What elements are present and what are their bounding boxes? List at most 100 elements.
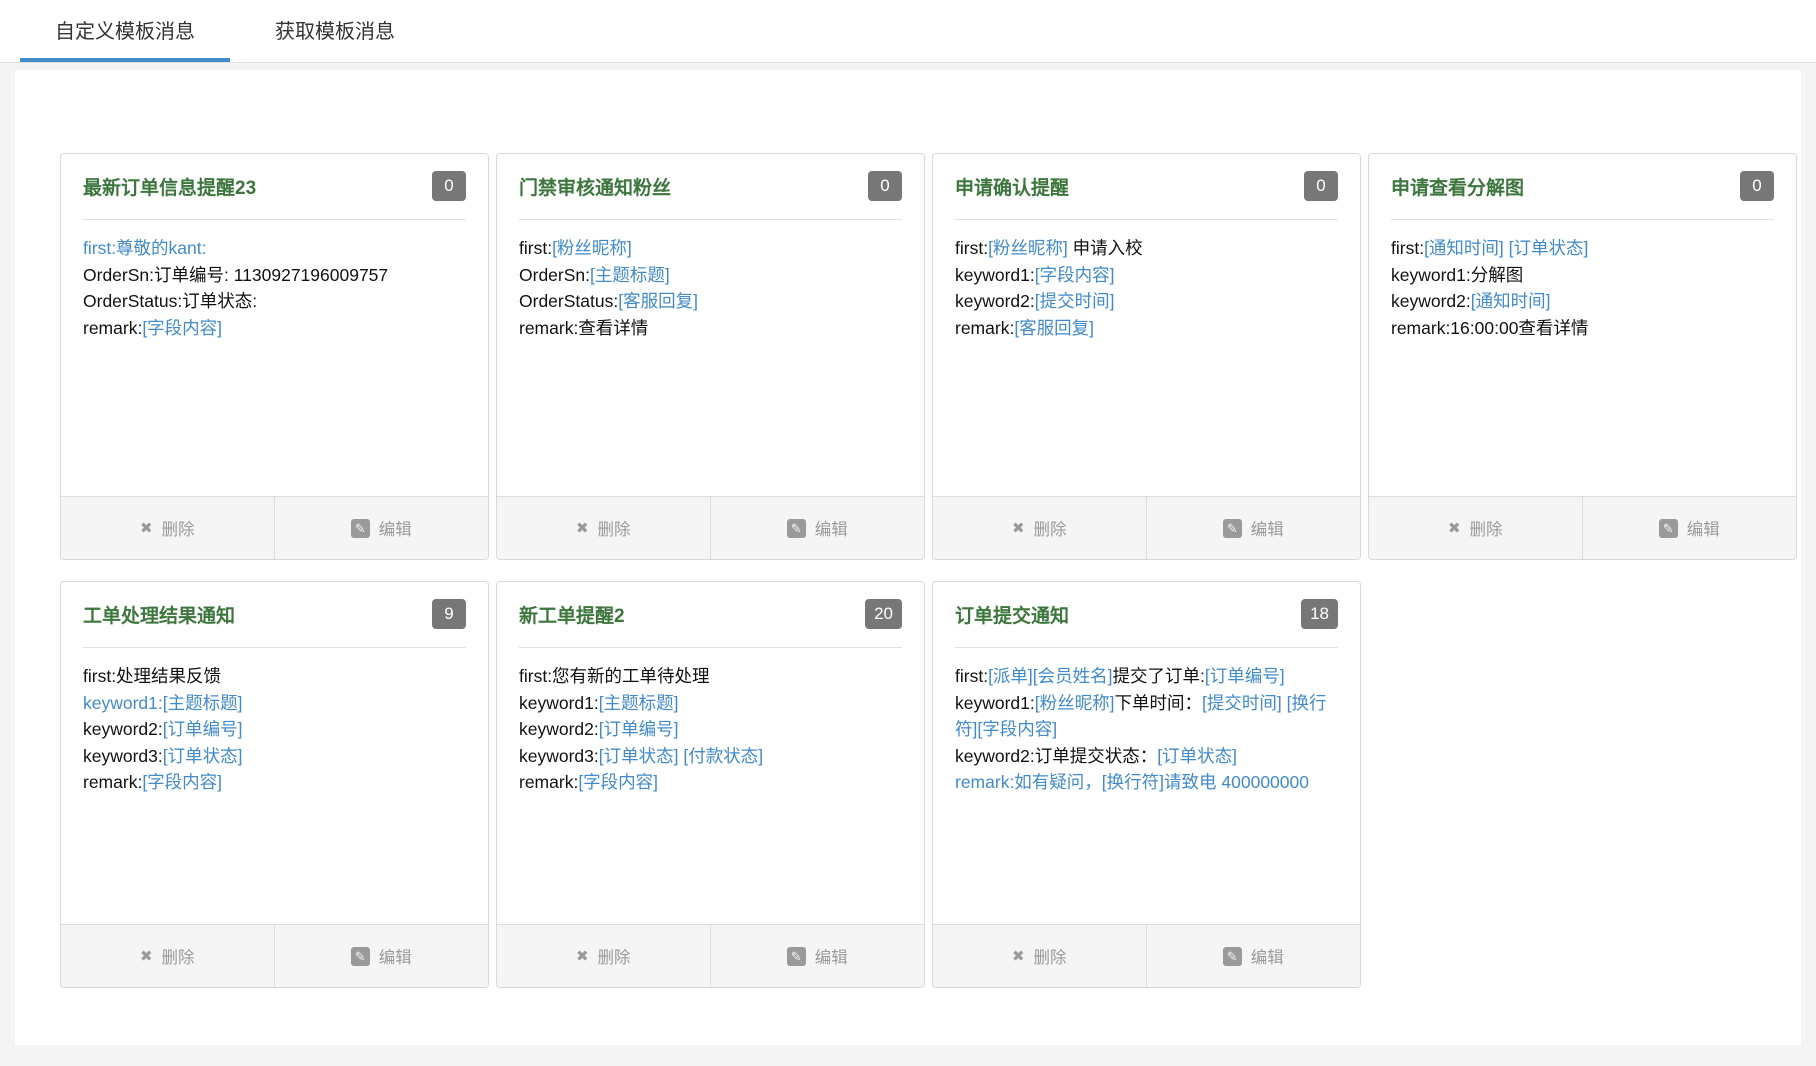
plain-text: keyword1:: [955, 693, 1035, 713]
edit-button[interactable]: ✎ 编辑: [1147, 497, 1361, 559]
delete-button-label: 删除: [1034, 516, 1067, 540]
body-line: keyword3:[订单状态] [付款状态]: [519, 743, 902, 770]
plain-text: remark:: [83, 318, 142, 338]
card-body: first:尊敬的kant: OrderSn:订单编号: 113092719600…: [61, 220, 488, 498]
body-line: keyword1:[主题标题]: [83, 690, 466, 717]
plain-text: keyword2:订单提交状态：: [955, 746, 1157, 766]
edit-button-label: 编辑: [815, 944, 848, 968]
x-icon: ✖: [140, 947, 153, 965]
placeholder-token: [订单编号]: [163, 719, 243, 739]
edit-button[interactable]: ✎ 编辑: [711, 925, 925, 987]
delete-button-label: 删除: [598, 516, 631, 540]
placeholder-token: [字段内容]: [977, 719, 1057, 739]
content-panel: 最新订单信息提醒23 0 first:尊敬的kant:OrderSn:订单编号:…: [15, 70, 1801, 1045]
placeholder-token: [提交时间]: [1035, 291, 1115, 311]
tab-fetch-template-messages[interactable]: 获取模板消息: [230, 0, 440, 62]
plain-text: 申请入校: [1068, 238, 1143, 258]
delete-button-label: 删除: [162, 516, 195, 540]
edit-button-label: 编辑: [815, 516, 848, 540]
count-badge: 0: [868, 171, 902, 201]
placeholder-token: [客服回复]: [1014, 318, 1094, 338]
body-line: remark:如有疑问，[换行符]请致电 400000000: [955, 769, 1338, 796]
count-badge: 0: [1740, 171, 1774, 201]
body-line: remark:[字段内容]: [83, 769, 466, 796]
plain-text: 下单时间：: [1115, 693, 1203, 713]
plain-text: remark:: [83, 772, 142, 792]
count-badge: 9: [432, 599, 466, 629]
plain-text: keyword2:: [1391, 291, 1471, 311]
card-footer: ✖ 删除 ✎ 编辑: [1369, 496, 1796, 559]
plain-text: keyword2:: [83, 719, 163, 739]
card-header: 申请查看分解图 0: [1391, 154, 1774, 220]
card-footer: ✖ 删除 ✎ 编辑: [933, 924, 1360, 987]
card-footer: ✖ 删除 ✎ 编辑: [933, 496, 1360, 559]
plain-text: first:: [955, 238, 988, 258]
placeholder-token: [提交时间]: [1202, 693, 1282, 713]
card-footer: ✖ 删除 ✎ 编辑: [497, 924, 924, 987]
plain-text: OrderSn:: [519, 265, 590, 285]
body-line: OrderSn:订单编号: 1130927196009757: [83, 262, 466, 289]
plain-text: keyword3:: [519, 746, 599, 766]
x-icon: ✖: [140, 519, 153, 537]
placeholder-token: [订单编号]: [1205, 666, 1285, 686]
placeholder-token: [粉丝昵称]: [988, 238, 1068, 258]
placeholder-token: [主题标题]: [590, 265, 670, 285]
placeholder-token: [主题标题]: [599, 693, 679, 713]
pencil-square-icon: ✎: [351, 947, 370, 966]
plain-text: first:: [1391, 238, 1424, 258]
delete-button-label: 删除: [1470, 516, 1503, 540]
card-title: 申请查看分解图: [1391, 178, 1524, 199]
body-line: first:[粉丝昵称] 申请入校: [955, 235, 1338, 262]
edit-button-label: 编辑: [1687, 516, 1720, 540]
plain-text: OrderStatus:: [519, 291, 618, 311]
template-card: 最新订单信息提醒23 0 first:尊敬的kant:OrderSn:订单编号:…: [60, 153, 489, 560]
placeholder-token: [字段内容]: [1035, 265, 1115, 285]
card-body: first:[通知时间] [订单状态]keyword1:分解图keyword2:…: [1369, 220, 1796, 498]
page: 自定义模板消息 获取模板消息 最新订单信息提醒23 0 first:尊敬的kan…: [0, 0, 1816, 1045]
plain-text: remark:16:00:00查看详情: [1391, 318, 1588, 338]
body-line: keyword2:订单提交状态：[订单状态]: [955, 743, 1338, 770]
delete-button[interactable]: ✖ 删除: [61, 925, 275, 987]
template-card: 订单提交通知 18 first:[派单][会员姓名]提交了订单:[订单编号]ke…: [932, 581, 1361, 988]
placeholder-token: [字段内容]: [142, 318, 222, 338]
placeholder-token: first:尊敬的kant:: [83, 238, 207, 258]
delete-button[interactable]: ✖ 删除: [933, 497, 1147, 559]
plain-text: keyword1:: [955, 265, 1035, 285]
plain-text: keyword1:分解图: [1391, 265, 1523, 285]
template-card: 门禁审核通知粉丝 0 first:[粉丝昵称]OrderSn:[主题标题]Ord…: [496, 153, 925, 560]
edit-button[interactable]: ✎ 编辑: [1147, 925, 1361, 987]
edit-button-label: 编辑: [379, 516, 412, 540]
body-line: remark:[字段内容]: [83, 315, 466, 342]
x-icon: ✖: [576, 519, 589, 537]
body-line: remark:16:00:00查看详情: [1391, 315, 1774, 342]
placeholder-token: [会员姓名]: [1033, 666, 1113, 686]
placeholder-token: [字段内容]: [578, 772, 658, 792]
template-card: 申请确认提醒 0 first:[粉丝昵称] 申请入校keyword1:[字段内容…: [932, 153, 1361, 560]
x-icon: ✖: [1012, 947, 1025, 965]
delete-button[interactable]: ✖ 删除: [497, 925, 711, 987]
delete-button[interactable]: ✖ 删除: [933, 925, 1147, 987]
edit-button[interactable]: ✎ 编辑: [275, 497, 489, 559]
plain-text: keyword1:: [519, 693, 599, 713]
body-line: OrderSn:[主题标题]: [519, 262, 902, 289]
edit-button[interactable]: ✎ 编辑: [1583, 497, 1797, 559]
delete-button[interactable]: ✖ 删除: [61, 497, 275, 559]
card-body: first:[派单][会员姓名]提交了订单:[订单编号]keyword1:[粉丝…: [933, 648, 1360, 926]
pencil-square-icon: ✎: [1659, 519, 1678, 538]
placeholder-token: [粉丝昵称]: [1035, 693, 1115, 713]
tab-custom-template-messages[interactable]: 自定义模板消息: [20, 0, 230, 62]
delete-button[interactable]: ✖ 删除: [497, 497, 711, 559]
edit-button-label: 编辑: [1251, 516, 1284, 540]
count-badge: 20: [865, 599, 902, 629]
placeholder-token: [订单状态]: [599, 746, 679, 766]
edit-button[interactable]: ✎ 编辑: [711, 497, 925, 559]
x-icon: ✖: [576, 947, 589, 965]
plain-text: first:: [955, 666, 988, 686]
count-badge: 0: [432, 171, 466, 201]
delete-button[interactable]: ✖ 删除: [1369, 497, 1583, 559]
delete-button-label: 删除: [1034, 944, 1067, 968]
card-footer: ✖ 删除 ✎ 编辑: [61, 924, 488, 987]
body-line: keyword2:[订单编号]: [519, 716, 902, 743]
edit-button[interactable]: ✎ 编辑: [275, 925, 489, 987]
plain-text: 提交了订单:: [1113, 666, 1205, 686]
